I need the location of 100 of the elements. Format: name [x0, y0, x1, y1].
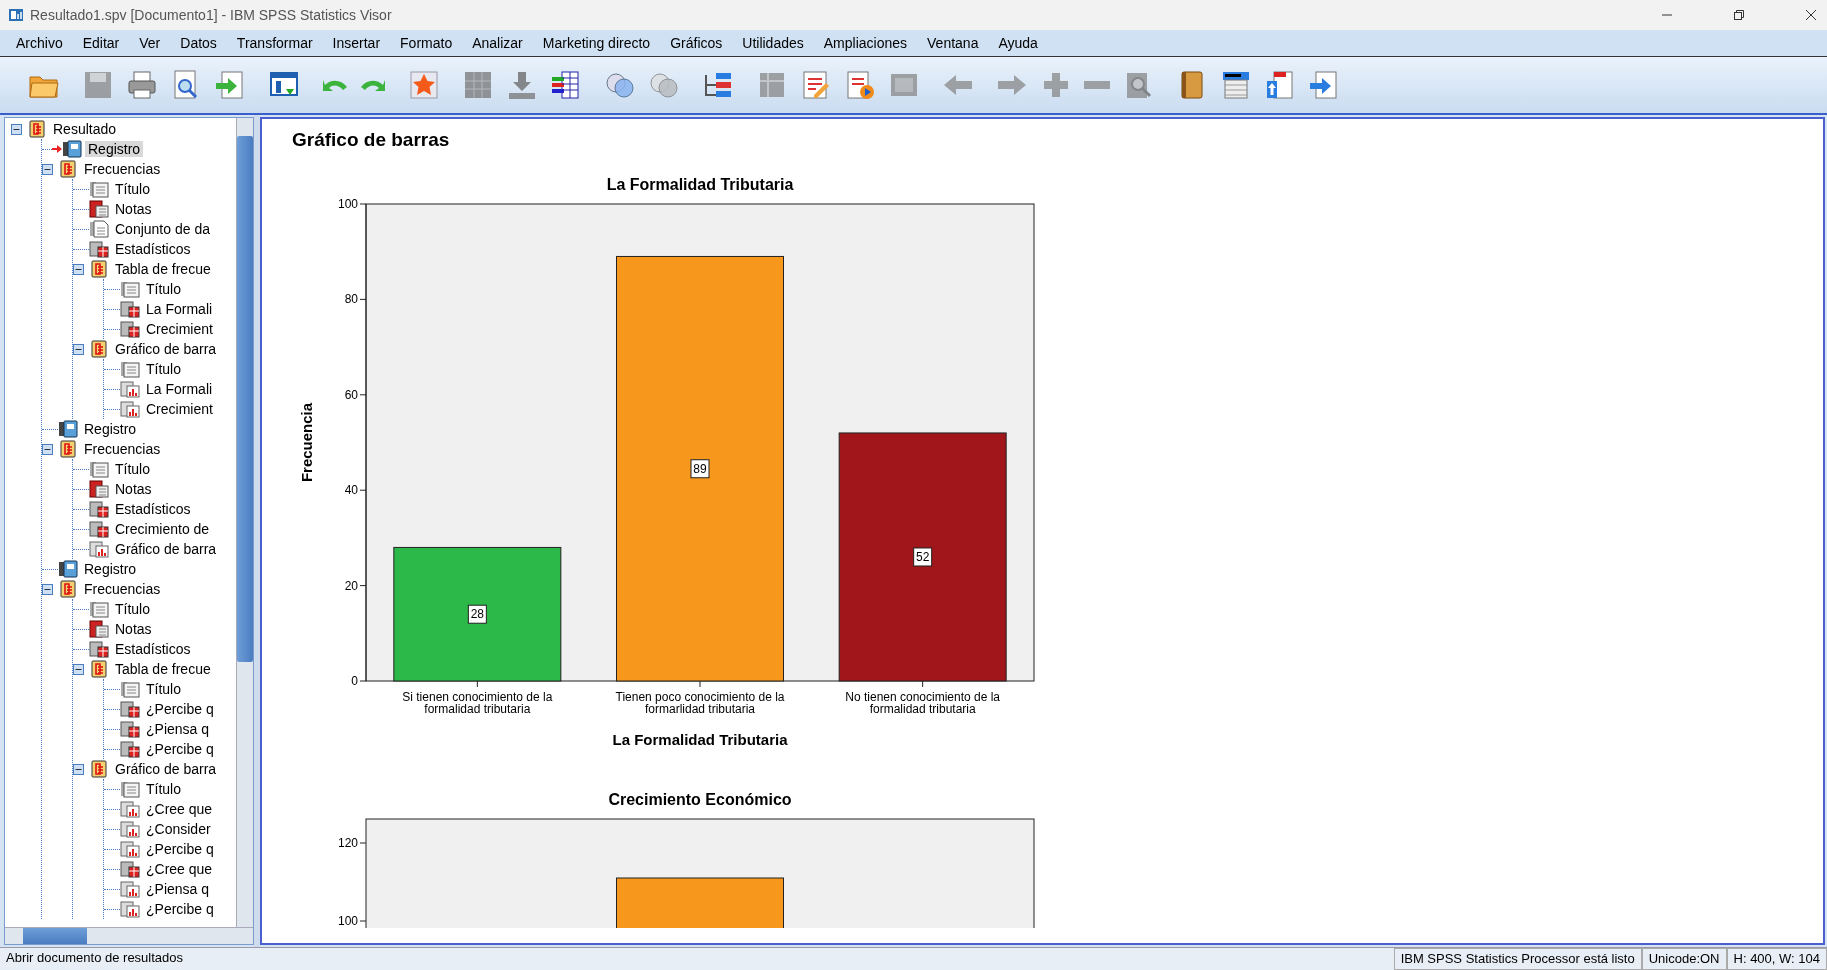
tree-item[interactable]: Frecuencias: [81, 581, 164, 597]
tree-item[interactable]: Título: [112, 601, 153, 617]
data-label: 52: [913, 547, 933, 567]
tree-item[interactable]: Estadísticos: [112, 641, 194, 657]
tree-item[interactable]: ¿Percibe q: [143, 701, 217, 717]
tree-item[interactable]: Título: [112, 461, 153, 477]
chart-icon: [120, 840, 140, 858]
tree-item[interactable]: Crecimient: [143, 321, 216, 337]
tree-item[interactable]: Frecuencias: [81, 441, 164, 457]
menu-item[interactable]: Transformar: [226, 35, 323, 51]
collapse-icon[interactable]: [42, 163, 53, 175]
table-icon: [120, 720, 140, 738]
menu-item[interactable]: Ayuda: [988, 35, 1048, 51]
menu-item[interactable]: Marketing directo: [532, 35, 661, 51]
title-icon: [120, 780, 140, 798]
text-document-icon: [89, 220, 109, 238]
tree-item[interactable]: Estadísticos: [112, 501, 194, 517]
tree-item[interactable]: Título: [143, 781, 184, 797]
menu-item[interactable]: Analizar: [462, 35, 533, 51]
output-book-icon: [89, 760, 109, 778]
tree-item[interactable]: La Formali: [143, 301, 216, 317]
close-icon[interactable]: [1805, 9, 1817, 21]
splitter-handle[interactable]: [254, 115, 260, 947]
tree-item[interactable]: ¿Piensa q: [143, 721, 213, 737]
collapse-icon[interactable]: [42, 443, 53, 455]
tree-item[interactable]: ¿Percibe q: [143, 901, 217, 917]
output-book-icon: [27, 120, 47, 138]
collapse-icon[interactable]: [73, 263, 84, 275]
status-text: Abrir documento de resultados: [5, 949, 185, 967]
menu-item[interactable]: Archivo: [6, 35, 73, 51]
tree-item[interactable]: Estadísticos: [112, 241, 194, 257]
window-title: Resultado1.spv [Documento1] - IBM SPSS Statistics Visor: [30, 7, 392, 23]
notes-icon: [89, 200, 109, 218]
y-tick-label: 40: [344, 483, 358, 498]
restore-icon[interactable]: [1733, 9, 1745, 21]
tree-item[interactable]: Notas: [112, 201, 155, 217]
status-text: IBM SPSS Statistics Processor está listo: [1393, 948, 1642, 970]
collapse-icon[interactable]: [73, 763, 84, 775]
horizontal-scrollbar[interactable]: [5, 927, 253, 944]
collapse-icon[interactable]: [73, 663, 84, 675]
log-icon: [58, 560, 78, 578]
tree-item[interactable]: La Formali: [143, 381, 216, 397]
x-tick-label: No tienen conocimiento de la formalidad tributaria: [845, 690, 1001, 716]
tree-item[interactable]: Notas: [112, 481, 155, 497]
menu-item[interactable]: Ver: [129, 35, 171, 51]
menu-item[interactable]: Utilidades: [732, 35, 814, 51]
chart-icon: [120, 400, 140, 418]
tree-item[interactable]: Título: [143, 681, 184, 697]
table-icon: [120, 320, 140, 338]
menu-item[interactable]: Ventana: [917, 35, 989, 51]
minus-icon: [1084, 81, 1110, 89]
floppy-icon: [82, 69, 114, 101]
tree-item[interactable]: Gráfico de barra: [112, 541, 220, 557]
tree-item[interactable]: Notas: [112, 621, 155, 637]
menu-item[interactable]: Editar: [72, 35, 130, 51]
tree-item[interactable]: Resultado: [50, 121, 120, 137]
menu-item[interactable]: Insertar: [322, 35, 391, 51]
tree-item[interactable]: ¿Cree que: [143, 861, 216, 877]
tree-item[interactable]: Frecuencias: [81, 161, 164, 177]
output-book-icon: [58, 160, 78, 178]
menu-item[interactable]: Ampliaciones: [813, 35, 918, 51]
table-icon: [120, 860, 140, 878]
menu-item[interactable]: Formato: [390, 35, 463, 51]
tree-item[interactable]: ¿Percibe q: [143, 841, 217, 857]
title-icon: [89, 600, 109, 618]
tree-item[interactable]: Título: [143, 361, 184, 377]
notes-icon: [89, 480, 109, 498]
tree-item[interactable]: Tabla de frecue: [112, 261, 214, 277]
script-icon: [844, 69, 876, 101]
menu-item[interactable]: Datos: [170, 35, 227, 51]
tree-item[interactable]: ¿Percibe q: [143, 741, 217, 757]
tree-item[interactable]: Crecimiento de: [112, 521, 213, 537]
output-book-icon: [89, 660, 109, 678]
notes-icon: [89, 620, 109, 638]
tree-item[interactable]: Gráfico de barra: [112, 341, 220, 357]
collapse-icon[interactable]: [42, 583, 53, 595]
collapse-icon[interactable]: [73, 343, 84, 355]
table-icon: [89, 240, 109, 258]
printer-icon: [126, 69, 158, 101]
y-tick-label: 120: [337, 836, 358, 850]
tree-item[interactable]: ¿Cree que: [143, 801, 216, 817]
tree-item[interactable]: Tabla de frecue: [112, 661, 214, 677]
tree-item[interactable]: Crecimient: [143, 401, 216, 417]
title-icon: [89, 460, 109, 478]
tree-item[interactable]: Título: [112, 181, 153, 197]
vertical-scrollbar[interactable]: [236, 118, 253, 927]
app-icon: [8, 7, 24, 23]
menu-item[interactable]: Gráficos: [660, 35, 733, 51]
table-icon: [120, 740, 140, 758]
tree-item[interactable]: Registro: [85, 141, 144, 157]
redo-icon: [360, 79, 386, 91]
tree-item[interactable]: Registro: [81, 421, 140, 437]
tree-item[interactable]: Título: [143, 281, 184, 297]
x-axis-title: La Formalidad Tributaria: [612, 731, 788, 748]
tree-item[interactable]: Registro: [81, 561, 140, 577]
tree-item[interactable]: Gráfico de barra: [112, 761, 220, 777]
collapse-icon[interactable]: [11, 123, 22, 135]
tree-item[interactable]: ¿Consider: [143, 821, 214, 837]
tree-item[interactable]: ¿Piensa q: [143, 881, 213, 897]
tree-item[interactable]: Conjunto de da: [112, 221, 213, 237]
